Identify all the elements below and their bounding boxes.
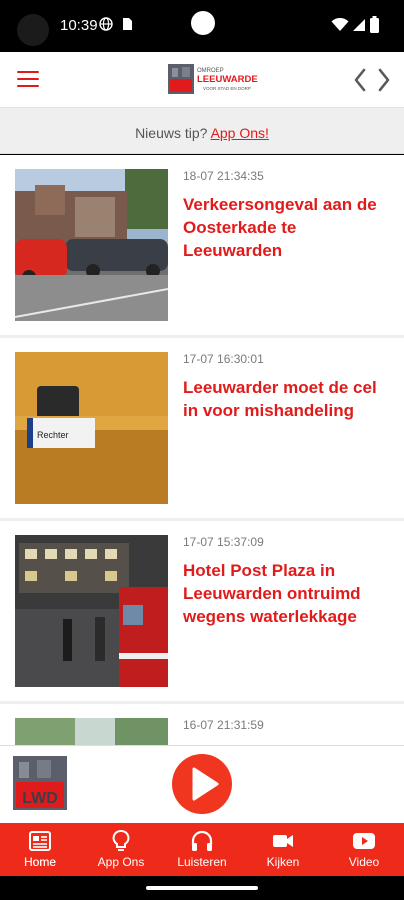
newspaper-icon bbox=[29, 831, 51, 851]
article-title[interactable]: Leeuwarder moet de cel in voor mishandel… bbox=[183, 376, 393, 422]
article-title[interactable]: Verkeersongeval aan de Oosterkade te Lee… bbox=[183, 193, 393, 262]
tab-app-ons[interactable]: App Ons bbox=[81, 823, 161, 876]
svg-text:LWD: LWD bbox=[22, 790, 58, 807]
app-ons-link[interactable]: App Ons! bbox=[211, 125, 269, 141]
article-timestamp: 17-07 16:30:01 bbox=[183, 352, 264, 366]
article-card[interactable]: Rechter 17-07 16:30:01 Leeuwarder moet d… bbox=[0, 338, 404, 518]
status-bar: 10:39 bbox=[0, 0, 404, 52]
article-timestamp: 16-07 21:31:59 bbox=[183, 718, 264, 732]
headphones-icon bbox=[191, 830, 213, 851]
globe-icon bbox=[99, 17, 113, 31]
signal-icon bbox=[353, 19, 365, 31]
tab-label: Luisteren bbox=[177, 855, 227, 869]
tab-video[interactable]: Video bbox=[324, 823, 404, 876]
status-time: 10:39 bbox=[60, 17, 98, 34]
station-logo: LWD bbox=[13, 756, 67, 810]
punch-hole-camera bbox=[191, 11, 215, 35]
tab-label: App Ons bbox=[97, 855, 145, 869]
svg-text:LEEUWARDEN: LEEUWARDEN bbox=[197, 74, 258, 85]
video-camera-icon bbox=[273, 835, 293, 847]
lightbulb-icon bbox=[112, 830, 130, 851]
chevron-left-icon[interactable] bbox=[352, 66, 368, 94]
news-tip-label: Nieuws tip? bbox=[135, 125, 208, 141]
svg-text:Rechter: Rechter bbox=[37, 430, 69, 440]
article-timestamp: 17-07 15:37:09 bbox=[183, 535, 264, 549]
play-button[interactable] bbox=[172, 754, 232, 814]
news-feed: 18-07 21:34:35 Verkeersongeval aan de Oo… bbox=[0, 155, 404, 745]
omroep-leeuwarden-logo[interactable]: OMROEP LEEUWARDEN VOOR STAD EN DORP bbox=[168, 63, 258, 95]
radio-player-bar: LWD bbox=[0, 745, 404, 823]
sim-card-icon bbox=[123, 18, 132, 30]
play-box-icon bbox=[353, 833, 375, 849]
article-thumbnail bbox=[15, 718, 168, 745]
play-icon bbox=[192, 767, 219, 801]
tab-label: Kijken bbox=[266, 855, 300, 869]
battery-icon bbox=[370, 16, 379, 33]
article-thumbnail bbox=[15, 535, 168, 687]
bottom-tab-bar: Home App Ons Luisteren Kijken Video bbox=[0, 823, 404, 876]
system-navigation-bar bbox=[0, 876, 404, 900]
tab-label: Home bbox=[23, 855, 56, 869]
home-indicator[interactable] bbox=[146, 886, 258, 890]
menu-icon[interactable] bbox=[17, 71, 39, 87]
app-header: OMROEP LEEUWARDEN VOOR STAD EN DORP bbox=[0, 52, 404, 108]
article-timestamp: 18-07 21:34:35 bbox=[183, 169, 264, 183]
news-tip-bar: Nieuws tip? App Ons! bbox=[0, 108, 404, 154]
article-title[interactable]: Hotel Post Plaza in Leeuwarden ontruimd … bbox=[183, 559, 393, 628]
article-thumbnail bbox=[15, 169, 168, 321]
tab-luisteren[interactable]: Luisteren bbox=[162, 823, 242, 876]
article-thumbnail: Rechter bbox=[15, 352, 168, 504]
front-camera bbox=[17, 14, 49, 46]
article-card[interactable]: 17-07 15:37:09 Hotel Post Plaza in Leeuw… bbox=[0, 521, 404, 701]
tab-home[interactable]: Home bbox=[0, 823, 80, 876]
tab-label: Video bbox=[348, 855, 380, 869]
article-card[interactable]: 16-07 21:31:59 bbox=[0, 704, 404, 745]
chevron-right-icon[interactable] bbox=[376, 66, 392, 94]
article-card[interactable]: 18-07 21:34:35 Verkeersongeval aan de Oo… bbox=[0, 155, 404, 335]
svg-text:VOOR STAD EN DORP: VOOR STAD EN DORP bbox=[203, 86, 251, 91]
wifi-icon bbox=[331, 18, 349, 31]
tab-kijken[interactable]: Kijken bbox=[243, 823, 323, 876]
